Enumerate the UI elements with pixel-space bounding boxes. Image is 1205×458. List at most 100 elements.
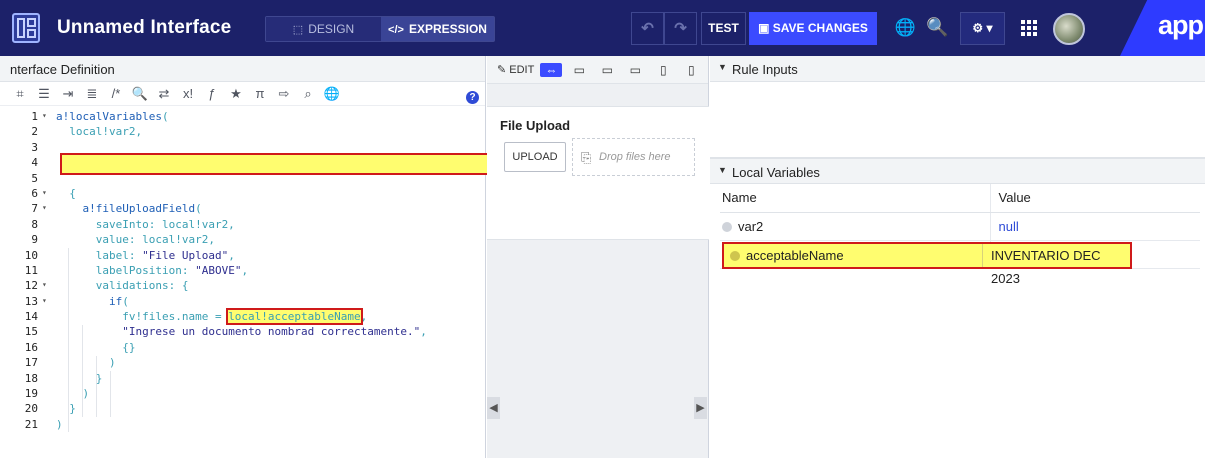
help-icon[interactable]: ? — [466, 91, 479, 104]
edit-label: EDIT — [509, 64, 535, 76]
code-line[interactable]: 20 } — [0, 402, 486, 417]
pencil-icon: ✎ — [497, 64, 510, 76]
design-icon: ⬚ — [292, 24, 304, 36]
code-icon: </> — [388, 24, 404, 36]
code-line[interactable]: 2 local!var2, — [0, 125, 486, 140]
comment-icon[interactable]: /* — [104, 86, 128, 101]
design-mode-button[interactable]: ⬚ DESIGN — [266, 17, 381, 41]
code-line[interactable]: 11 labelPosition: "ABOVE", — [0, 264, 486, 279]
code-line[interactable]: 8 saveInto: local!var2, — [0, 218, 486, 233]
mode-switcher: ⬚ DESIGN </> EXPRESSION — [265, 16, 495, 42]
variable-value: null — [989, 212, 1200, 241]
indent-icon[interactable]: ⇥ — [56, 86, 80, 102]
outdent-icon[interactable]: ☰ — [32, 86, 56, 102]
code-line[interactable]: 13 ▾ if( — [0, 295, 486, 310]
expression-mode-button[interactable]: </> EXPRESSION — [381, 17, 494, 41]
chevron-left-icon: ◀ — [489, 402, 498, 414]
code-line[interactable]: 1 ▾ a!localVariables( — [0, 110, 486, 125]
brand-logo: app — [1120, 0, 1205, 56]
line-number: 20 — [24, 402, 38, 416]
fold-toggle-icon[interactable]: ▾ — [42, 203, 50, 212]
code-text: ) — [56, 417, 63, 431]
fold-toggle-icon[interactable]: ▾ — [42, 296, 50, 305]
user-avatar[interactable] — [1053, 13, 1085, 45]
phone-icon[interactable]: ▯ — [680, 63, 702, 77]
code-line[interactable]: 14 fv!files.name = local!acceptableName, — [0, 308, 486, 326]
apps-grid-icon — [1020, 19, 1038, 37]
line-number: 12 — [24, 279, 38, 293]
rule-inputs-header[interactable]: ▼ Rule Inputs — [710, 56, 1205, 82]
table-row[interactable]: var2 null — [720, 212, 1200, 241]
doc-search-icon[interactable]: ⌕ — [296, 86, 320, 102]
code-text: labelPosition: "ABOVE", — [56, 263, 249, 277]
fit-icon[interactable]: ⇔ — [540, 62, 563, 77]
code-line[interactable]: 12 ▾ validations: { — [0, 279, 486, 294]
caret-down-icon: ▼ — [718, 165, 727, 175]
app-icon[interactable] — [12, 13, 40, 43]
line-number: 13 — [24, 294, 38, 308]
code-line[interactable]: 9 value: local!var2, — [0, 233, 486, 248]
fold-toggle-icon[interactable]: ▾ — [42, 111, 50, 120]
status-dot-icon — [722, 221, 732, 232]
pi-icon[interactable]: π — [248, 86, 272, 101]
export-icon[interactable]: ⇨ — [272, 86, 296, 102]
line-number: 2 — [31, 125, 38, 139]
fold-toggle-icon[interactable]: ▾ — [42, 188, 50, 197]
collapse-right-button[interactable]: ▶ — [694, 397, 707, 419]
line-number: 8 — [31, 217, 38, 231]
monitor-icon[interactable]: ▭ — [596, 63, 618, 77]
test-button[interactable]: TEST — [701, 12, 746, 45]
line-number: 14 — [24, 310, 38, 324]
code-text: if( — [108, 294, 129, 308]
code-line[interactable]: 21) — [0, 418, 486, 433]
code-text: ) — [56, 387, 90, 401]
code-line[interactable]: 18 } — [0, 372, 486, 387]
function-icon[interactable]: ƒ — [200, 86, 224, 101]
tablet-icon[interactable]: ▯ — [652, 63, 674, 77]
column-header-value: Value — [989, 184, 1200, 213]
preview-panel: ✎ EDIT ⇔ ▭ ▭ ▭ ▯ ▯ File Upload UPLOAD ⎘ … — [487, 56, 709, 458]
redo-button[interactable]: ↷ — [664, 12, 697, 45]
code-line[interactable]: 6 ▾ { — [0, 187, 486, 202]
design-label: DESIGN — [308, 22, 355, 36]
code-text: a!fileUploadField( — [82, 202, 202, 216]
globe-icon[interactable]: 🌐 — [320, 86, 344, 102]
drop-zone[interactable]: ⎘ Drop files here — [572, 138, 695, 176]
code-text: {} — [56, 340, 136, 354]
code-line[interactable]: 7 ▾ a!fileUploadField( — [0, 202, 486, 217]
code-line[interactable]: 19 ) — [0, 387, 486, 402]
line-number: 16 — [24, 340, 38, 354]
line-number: 3 — [31, 140, 38, 154]
star-icon[interactable]: ★ — [224, 86, 248, 102]
line-number: 7 — [31, 202, 38, 216]
search-icon[interactable]: 🔍 — [128, 86, 152, 102]
globe-button[interactable]: 🌐 — [893, 12, 918, 45]
line-number: 6 — [31, 186, 38, 200]
list-icon[interactable]: ≣ — [80, 86, 104, 102]
shuffle-icon[interactable]: ⇄ — [152, 86, 176, 102]
local-variables-header[interactable]: ▼ Local Variables — [710, 158, 1205, 184]
highlighted-variable-row[interactable]: acceptableName INVENTARIO DEC 2023 — [722, 242, 1132, 286]
apps-button[interactable] — [1016, 12, 1041, 45]
code-line[interactable]: 16 {} — [0, 341, 486, 356]
variable-icon[interactable]: x! — [176, 86, 200, 101]
laptop-icon[interactable]: ▭ — [624, 63, 646, 77]
collapse-left-button[interactable]: ◀ — [487, 397, 500, 419]
code-text: a!localVariables( — [56, 110, 169, 123]
code-line[interactable]: 15 "Ingrese un documento nombrad correct… — [0, 325, 486, 340]
interface-title: Unnamed Interface — [57, 17, 232, 38]
code-text: saveInto: local!var2, — [56, 217, 235, 231]
chevron-right-icon: ▶ — [696, 402, 705, 414]
search-button[interactable]: 🔍 — [925, 12, 950, 45]
gear-icon: ⚙ — [972, 21, 984, 35]
code-line[interactable]: 10 label: "File Upload", — [0, 249, 486, 264]
settings-menu-button[interactable]: ⚙ ▾ — [960, 12, 1005, 45]
undo-button[interactable]: ↶ — [631, 12, 664, 45]
desktop-icon[interactable]: ▭ — [568, 63, 590, 77]
code-line[interactable]: 17 ) — [0, 356, 486, 371]
upload-button[interactable]: UPLOAD — [504, 142, 566, 172]
expand-icon[interactable]: ⌗ — [8, 86, 32, 102]
edit-button[interactable]: ✎ EDIT — [497, 63, 534, 76]
save-changes-button[interactable]: ▣ SAVE CHANGES — [749, 12, 877, 45]
fold-toggle-icon[interactable]: ▾ — [42, 280, 50, 289]
